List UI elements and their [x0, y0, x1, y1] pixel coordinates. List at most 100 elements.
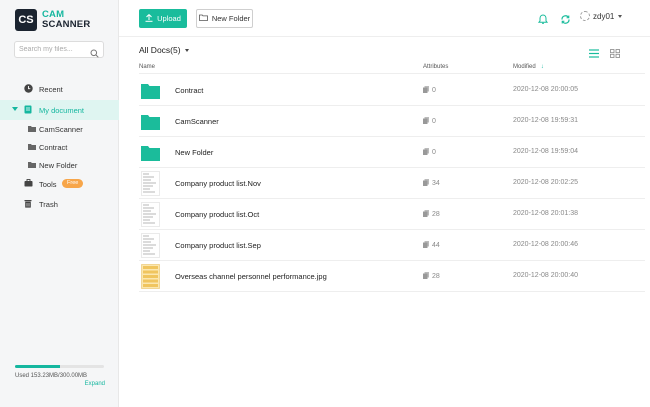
- page-count-value: 0: [432, 118, 436, 125]
- sidebar-item-label: Tools: [39, 179, 57, 189]
- folder-icon: [141, 115, 160, 135]
- sidebar-nav: Recent My document CamScanner Contract N…: [0, 79, 119, 214]
- top-toolbar: Upload New Folder zdy01: [119, 0, 650, 37]
- all-docs-dropdown[interactable]: All Docs(5): [139, 45, 189, 55]
- pages-icon: [423, 241, 429, 250]
- logo-text: CAM SCANNER: [42, 10, 90, 30]
- folder-icon: [28, 161, 36, 170]
- modified-date: 2020-12-08 19:59:31: [513, 117, 578, 124]
- page-count: 0: [423, 86, 436, 95]
- page-count: 34: [423, 179, 440, 188]
- sidebar: CS CAM SCANNER Recent My document: [0, 0, 119, 407]
- page-title: All Docs(5): [139, 45, 181, 55]
- search-box: [14, 41, 104, 58]
- page-count-value: 28: [432, 211, 440, 218]
- document-thumbnail: [141, 233, 160, 263]
- image-thumbnail: [141, 264, 160, 294]
- file-name[interactable]: Overseas channel personnel performance.j…: [175, 272, 327, 281]
- table-row[interactable]: Overseas channel personnel performance.j…: [139, 261, 645, 292]
- file-name[interactable]: Contract: [175, 86, 203, 95]
- chevron-down-icon: [618, 14, 623, 18]
- sidebar-item-label: My document: [39, 105, 85, 115]
- sidebar-item-label: New Folder: [39, 160, 78, 170]
- page-count: 0: [423, 117, 436, 126]
- table-row[interactable]: Company product list.Sep 44 2020-12-08 20:…: [139, 230, 645, 261]
- file-name[interactable]: Company product list.Sep: [175, 241, 261, 250]
- sidebar-item-new-folder[interactable]: New Folder: [0, 156, 119, 174]
- page-count-value: 0: [432, 149, 436, 156]
- trash-icon: [24, 199, 32, 210]
- page-count: 28: [423, 272, 440, 281]
- expand-link[interactable]: Expand: [15, 381, 105, 387]
- sidebar-item-trash[interactable]: Trash: [0, 194, 119, 214]
- pages-icon: [423, 210, 429, 219]
- column-header-modified[interactable]: Modified ↓: [513, 64, 544, 70]
- search-icon[interactable]: [90, 45, 99, 63]
- page-count-value: 34: [432, 180, 440, 187]
- storage-used-text: Used 153.23MB/300.00MB: [15, 373, 88, 379]
- folder-icon: [141, 146, 160, 166]
- app-logo[interactable]: CS CAM SCANNER: [15, 9, 90, 31]
- avatar: [580, 11, 590, 21]
- modified-date: 2020-12-08 20:00:05: [513, 86, 578, 93]
- search-input[interactable]: [19, 46, 91, 53]
- file-name[interactable]: Company product list.Oct: [175, 210, 259, 219]
- pages-icon: [423, 148, 429, 157]
- header-divider: [139, 73, 645, 74]
- column-header-attributes: Attributes: [423, 64, 449, 70]
- sidebar-item-tools[interactable]: Tools Free: [0, 174, 119, 194]
- table-row[interactable]: Company product list.Nov 34 2020-12-08 20:…: [139, 168, 645, 199]
- modified-date: 2020-12-08 19:59:04: [513, 148, 578, 155]
- modified-date: 2020-12-08 20:01:38: [513, 210, 578, 217]
- page-count: 0: [423, 148, 436, 157]
- pages-icon: [423, 272, 429, 281]
- username: zdy01: [593, 11, 615, 21]
- toolbox-icon: [24, 179, 33, 189]
- free-badge: Free: [62, 179, 84, 188]
- file-name[interactable]: CamScanner: [175, 117, 219, 126]
- new-folder-label: New Folder: [211, 14, 251, 23]
- user-menu[interactable]: zdy01: [580, 11, 623, 21]
- pages-icon: [423, 179, 429, 188]
- storage-usage: Used 153.23MB/300.00MB Expand: [15, 365, 105, 387]
- chevron-down-icon: [184, 48, 189, 52]
- expand-caret-icon[interactable]: [12, 107, 18, 111]
- sidebar-item-my-document[interactable]: My document: [0, 100, 119, 120]
- table-row[interactable]: Company product list.Oct 28 2020-12-08 20:…: [139, 199, 645, 230]
- logo-line-2: SCANNER: [42, 19, 91, 30]
- page-count: 44: [423, 241, 440, 250]
- sidebar-item-label: CamScanner: [39, 124, 83, 134]
- folder-icon: [28, 125, 36, 134]
- sidebar-item-contract[interactable]: Contract: [0, 138, 119, 156]
- sidebar-item-recent[interactable]: Recent: [0, 79, 119, 99]
- list-view-icon[interactable]: [589, 45, 599, 63]
- sort-arrow-icon[interactable]: ↓: [541, 64, 544, 70]
- page-count-value: 44: [432, 242, 440, 249]
- new-folder-button[interactable]: New Folder: [196, 9, 253, 28]
- logo-mark: CS: [15, 9, 37, 31]
- sync-icon[interactable]: [560, 12, 571, 30]
- upload-button[interactable]: Upload: [139, 9, 187, 28]
- file-name[interactable]: New Folder: [175, 148, 213, 157]
- modified-date: 2020-12-08 20:02:25: [513, 179, 578, 186]
- sidebar-item-label: Trash: [39, 199, 58, 209]
- sidebar-item-label: Recent: [39, 84, 63, 94]
- document-thumbnail: [141, 171, 160, 201]
- new-folder-icon: [198, 14, 208, 23]
- upload-label: Upload: [157, 14, 181, 23]
- sidebar-item-camscanner[interactable]: CamScanner: [0, 120, 119, 138]
- table-row[interactable]: Contract 0 2020-12-08 20:00:05: [139, 75, 645, 106]
- bell-icon[interactable]: [537, 12, 549, 30]
- column-header-name[interactable]: Name: [139, 64, 155, 70]
- file-name[interactable]: Company product list.Nov: [175, 179, 261, 188]
- page-count-value: 0: [432, 87, 436, 94]
- folder-icon: [141, 84, 160, 104]
- table-row[interactable]: CamScanner 0 2020-12-08 19:59:31: [139, 106, 645, 137]
- modified-date: 2020-12-08 20:00:46: [513, 241, 578, 248]
- sidebar-item-label: Contract: [39, 142, 68, 152]
- modified-date: 2020-12-08 20:00:40: [513, 272, 578, 279]
- table-row[interactable]: New Folder 0 2020-12-08 19:59:04: [139, 137, 645, 168]
- page-count-value: 28: [432, 273, 440, 280]
- grid-view-icon[interactable]: [610, 45, 620, 63]
- pages-icon: [423, 117, 429, 126]
